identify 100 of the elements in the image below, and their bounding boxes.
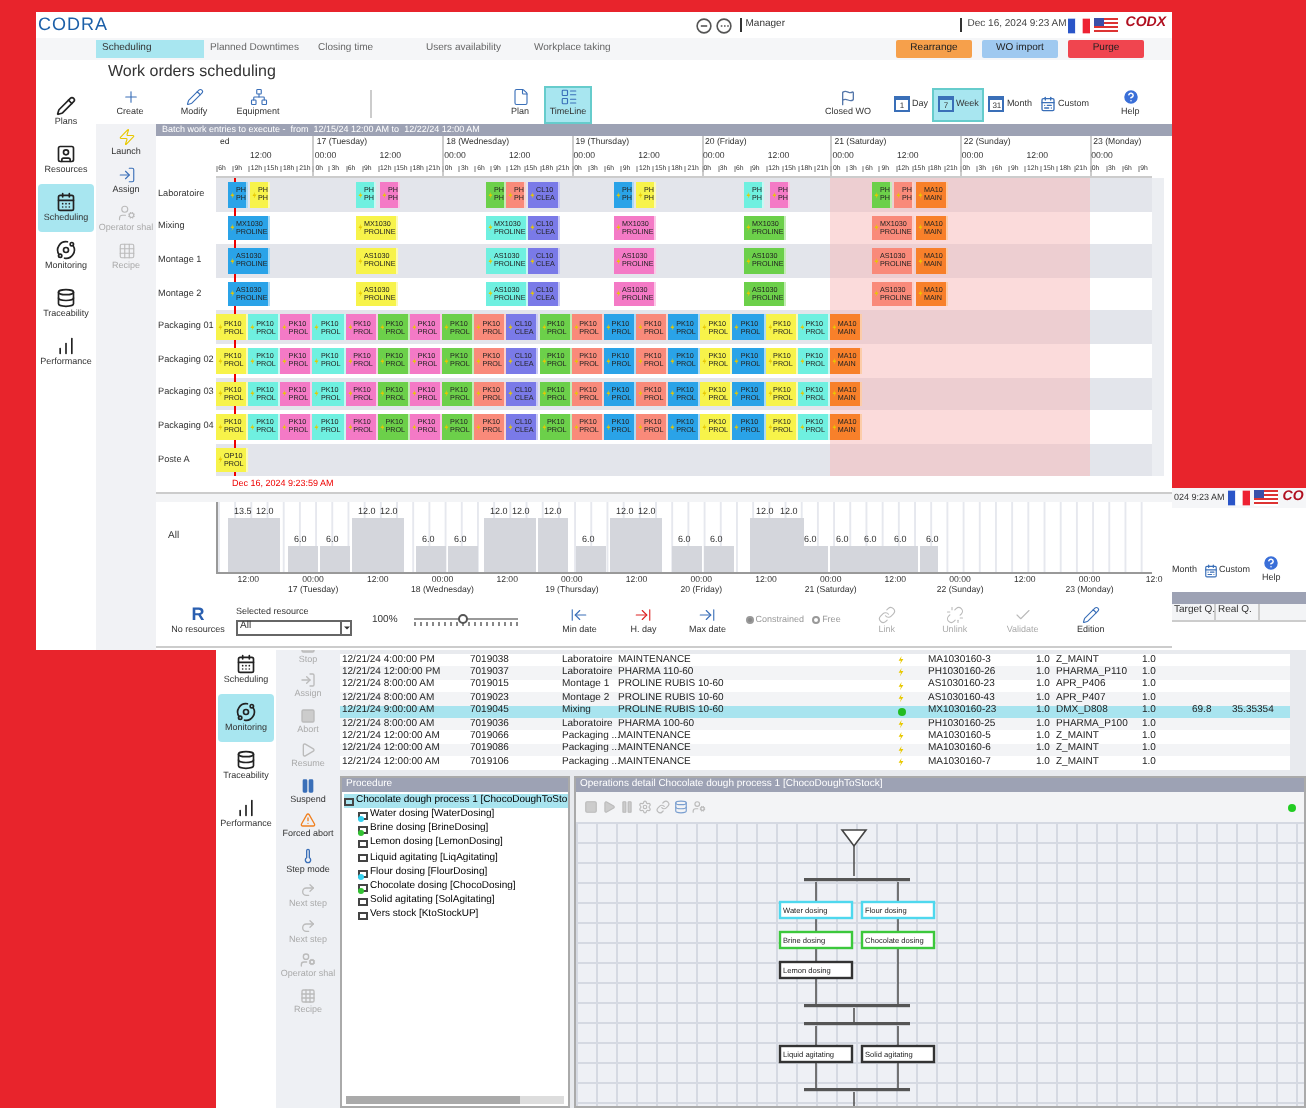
orbit-icon xyxy=(56,239,76,260)
step-icon xyxy=(300,847,316,864)
lightning-icon xyxy=(746,191,751,199)
database-icon xyxy=(236,749,256,770)
node-icon xyxy=(358,897,368,906)
lightning-icon xyxy=(918,290,923,298)
bar-chart-icon xyxy=(236,797,256,818)
connector-line xyxy=(897,947,899,1005)
lightning-icon xyxy=(746,224,751,232)
zoom-slider[interactable] xyxy=(413,612,518,629)
check-icon xyxy=(1013,605,1032,624)
settings-icon[interactable] xyxy=(638,800,652,814)
node-icon xyxy=(358,912,368,921)
timeline-icon xyxy=(559,88,577,107)
lightning-icon xyxy=(218,390,223,398)
operator-icon xyxy=(117,203,135,222)
node-icon xyxy=(358,854,368,863)
unlink-icon xyxy=(945,605,964,624)
lightning-icon xyxy=(616,224,621,232)
lightning-icon xyxy=(358,224,363,232)
calendar-range-icon xyxy=(1203,563,1218,577)
operator-icon xyxy=(300,952,316,969)
play-icon xyxy=(300,742,316,759)
more-icon[interactable] xyxy=(715,17,732,33)
node-icon xyxy=(344,797,354,806)
connector-line xyxy=(897,881,899,903)
dropdown-icon xyxy=(340,621,350,634)
database-icon[interactable] xyxy=(674,800,688,814)
lightning-icon xyxy=(218,456,223,464)
lightning-icon xyxy=(218,323,223,331)
lightning-icon xyxy=(488,290,493,298)
resources-icon: R xyxy=(191,605,205,624)
connector-line xyxy=(815,947,817,963)
lightning-icon xyxy=(874,290,879,298)
lightning-icon xyxy=(218,357,223,365)
connector-line xyxy=(815,1025,817,1047)
calendar-icon xyxy=(56,191,76,212)
assign-icon xyxy=(117,165,135,184)
lightning-icon xyxy=(874,224,879,232)
lightning-icon xyxy=(638,191,643,199)
pause-icon xyxy=(300,777,316,794)
lightning-icon xyxy=(874,191,879,199)
logo: CODRA xyxy=(38,12,111,38)
page-title: Work orders scheduling xyxy=(106,60,276,84)
pencil-icon xyxy=(185,88,203,107)
plus-icon xyxy=(121,88,139,107)
lightning-icon xyxy=(530,191,535,199)
node-icon xyxy=(358,840,368,849)
operator-icon[interactable] xyxy=(692,800,706,814)
lightning-icon xyxy=(896,191,901,199)
warning-icon xyxy=(300,812,316,829)
redo-icon xyxy=(300,882,316,899)
lightning-icon xyxy=(746,257,751,265)
pause-icon[interactable] xyxy=(620,800,634,814)
bar-chart-icon xyxy=(56,335,76,356)
connector-line xyxy=(853,845,855,877)
database-icon xyxy=(56,287,76,308)
connector-line xyxy=(815,1061,817,1089)
page-icon xyxy=(511,88,529,107)
pencil-icon xyxy=(1081,605,1100,624)
slider-thumb[interactable] xyxy=(457,614,468,625)
connector-line xyxy=(897,917,899,933)
stop-icon xyxy=(300,707,316,724)
calendar-icon xyxy=(236,653,256,674)
lightning-icon xyxy=(358,191,363,199)
lightning-icon xyxy=(616,257,621,265)
lightning-icon xyxy=(218,423,223,431)
lightning-icon xyxy=(746,290,751,298)
flag-icon xyxy=(840,89,856,106)
lightning-icon xyxy=(382,191,387,199)
lightning-icon xyxy=(918,224,923,232)
lightning-icon xyxy=(358,290,363,298)
stop-icon[interactable] xyxy=(584,800,598,814)
pencil-icon xyxy=(56,95,76,116)
link-icon xyxy=(877,605,896,624)
lightning-icon xyxy=(918,191,923,199)
lightning-icon xyxy=(772,191,777,199)
help-icon xyxy=(1121,88,1140,107)
lightning-icon xyxy=(252,191,257,199)
link-icon[interactable] xyxy=(656,800,670,814)
lightning-icon xyxy=(358,257,363,265)
start-triangle xyxy=(840,829,868,848)
lightning-icon xyxy=(488,257,493,265)
grid-icon xyxy=(300,987,316,1004)
id-card-icon xyxy=(56,143,76,164)
minus-icon[interactable] xyxy=(695,17,712,33)
calendar-range-icon xyxy=(1039,96,1056,112)
lightning-icon xyxy=(616,290,621,298)
connector-line xyxy=(815,917,817,933)
today-icon xyxy=(634,605,653,624)
flag-icon xyxy=(1093,17,1118,33)
max-date-icon xyxy=(698,605,717,624)
network-icon xyxy=(249,88,267,107)
lightning-icon xyxy=(874,257,879,265)
play-icon[interactable] xyxy=(602,800,616,814)
lightning-icon xyxy=(488,224,493,232)
redo-icon xyxy=(300,917,316,934)
connector-line xyxy=(815,977,817,1005)
connector-line xyxy=(853,1007,855,1023)
lightning-icon xyxy=(918,257,923,265)
